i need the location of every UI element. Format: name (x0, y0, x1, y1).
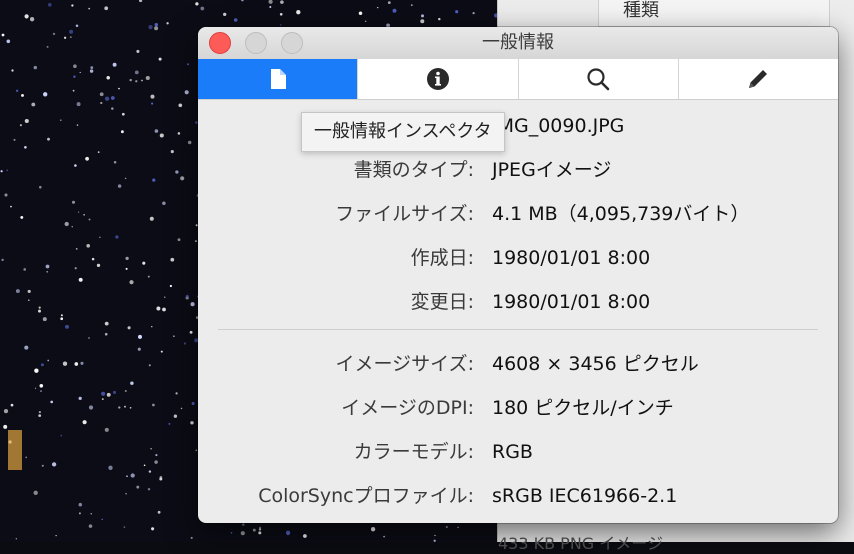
tab-tooltip: 一般情報インスペクタ (301, 112, 505, 152)
title-bar[interactable]: 一般情報 (198, 27, 838, 59)
info-label: 書類のタイプ: (353, 159, 474, 181)
image-info-row: ColorSyncプロファイル: sRGB IEC61966-2.1 (198, 484, 838, 508)
image-info-label: イメージサイズ: (335, 353, 474, 375)
image-info-row: カラーモデル: RGB (198, 440, 838, 464)
info-icon (426, 68, 449, 90)
inspector-tab-bar (198, 59, 838, 100)
info-value: JPEGイメージ (492, 159, 612, 181)
finder-row-partial: 433 KB PNG イメージ (498, 534, 663, 553)
info-value: 1980/01/01 8:00 (492, 291, 651, 313)
info-row: 書類のタイプ: JPEGイメージ (198, 158, 838, 182)
image-info-value: RGB (492, 441, 533, 463)
filename-row: IMG_0090.JPG (198, 114, 838, 138)
image-info-value: 4608 × 3456 ピクセル (492, 353, 699, 375)
tab-edit[interactable] (678, 59, 838, 99)
tab-general-info[interactable] (198, 59, 359, 99)
info-label: 変更日: (410, 291, 474, 313)
pencil-icon (749, 70, 768, 88)
image-info-row: イメージサイズ: 4608 × 3456 ピクセル (198, 352, 838, 376)
info-row: 変更日: 1980/01/01 8:00 (198, 290, 838, 314)
search-icon (587, 68, 610, 91)
info-row: ファイルサイズ: 4.1 MB（4,095,739バイト） (198, 202, 838, 226)
image-info-value: sRGB IEC61966-2.1 (492, 485, 678, 507)
filename-value: IMG_0090.JPG (492, 115, 625, 137)
image-info-label: カラーモデル: (353, 441, 474, 463)
info-label: ファイルサイズ: (335, 203, 474, 225)
image-info-row: イメージのDPI: 180 ピクセル/インチ (198, 396, 838, 420)
info-value: 4.1 MB（4,095,739バイト） (492, 203, 750, 225)
image-info-label: ColorSyncプロファイル: (258, 485, 474, 507)
document-icon (270, 69, 286, 89)
info-label: 作成日: (410, 247, 474, 269)
tab-search[interactable] (518, 59, 679, 99)
inspector-window: 一般情報 一般情報インスペクタ IMG_0090.JPG 書類のタイプ: JPE… (198, 27, 838, 523)
info-value: 1980/01/01 8:00 (492, 247, 651, 269)
image-info-value: 180 ピクセル/インチ (492, 397, 674, 419)
kind-column-header[interactable]: 種類 (598, 0, 830, 27)
tab-info[interactable] (358, 59, 519, 99)
section-divider (218, 329, 818, 330)
window-title: 一般情報 (482, 32, 554, 53)
info-row: 作成日: 1980/01/01 8:00 (198, 246, 838, 270)
kind-column-label: 種類 (623, 0, 659, 21)
image-info-label: イメージのDPI: (341, 397, 474, 419)
